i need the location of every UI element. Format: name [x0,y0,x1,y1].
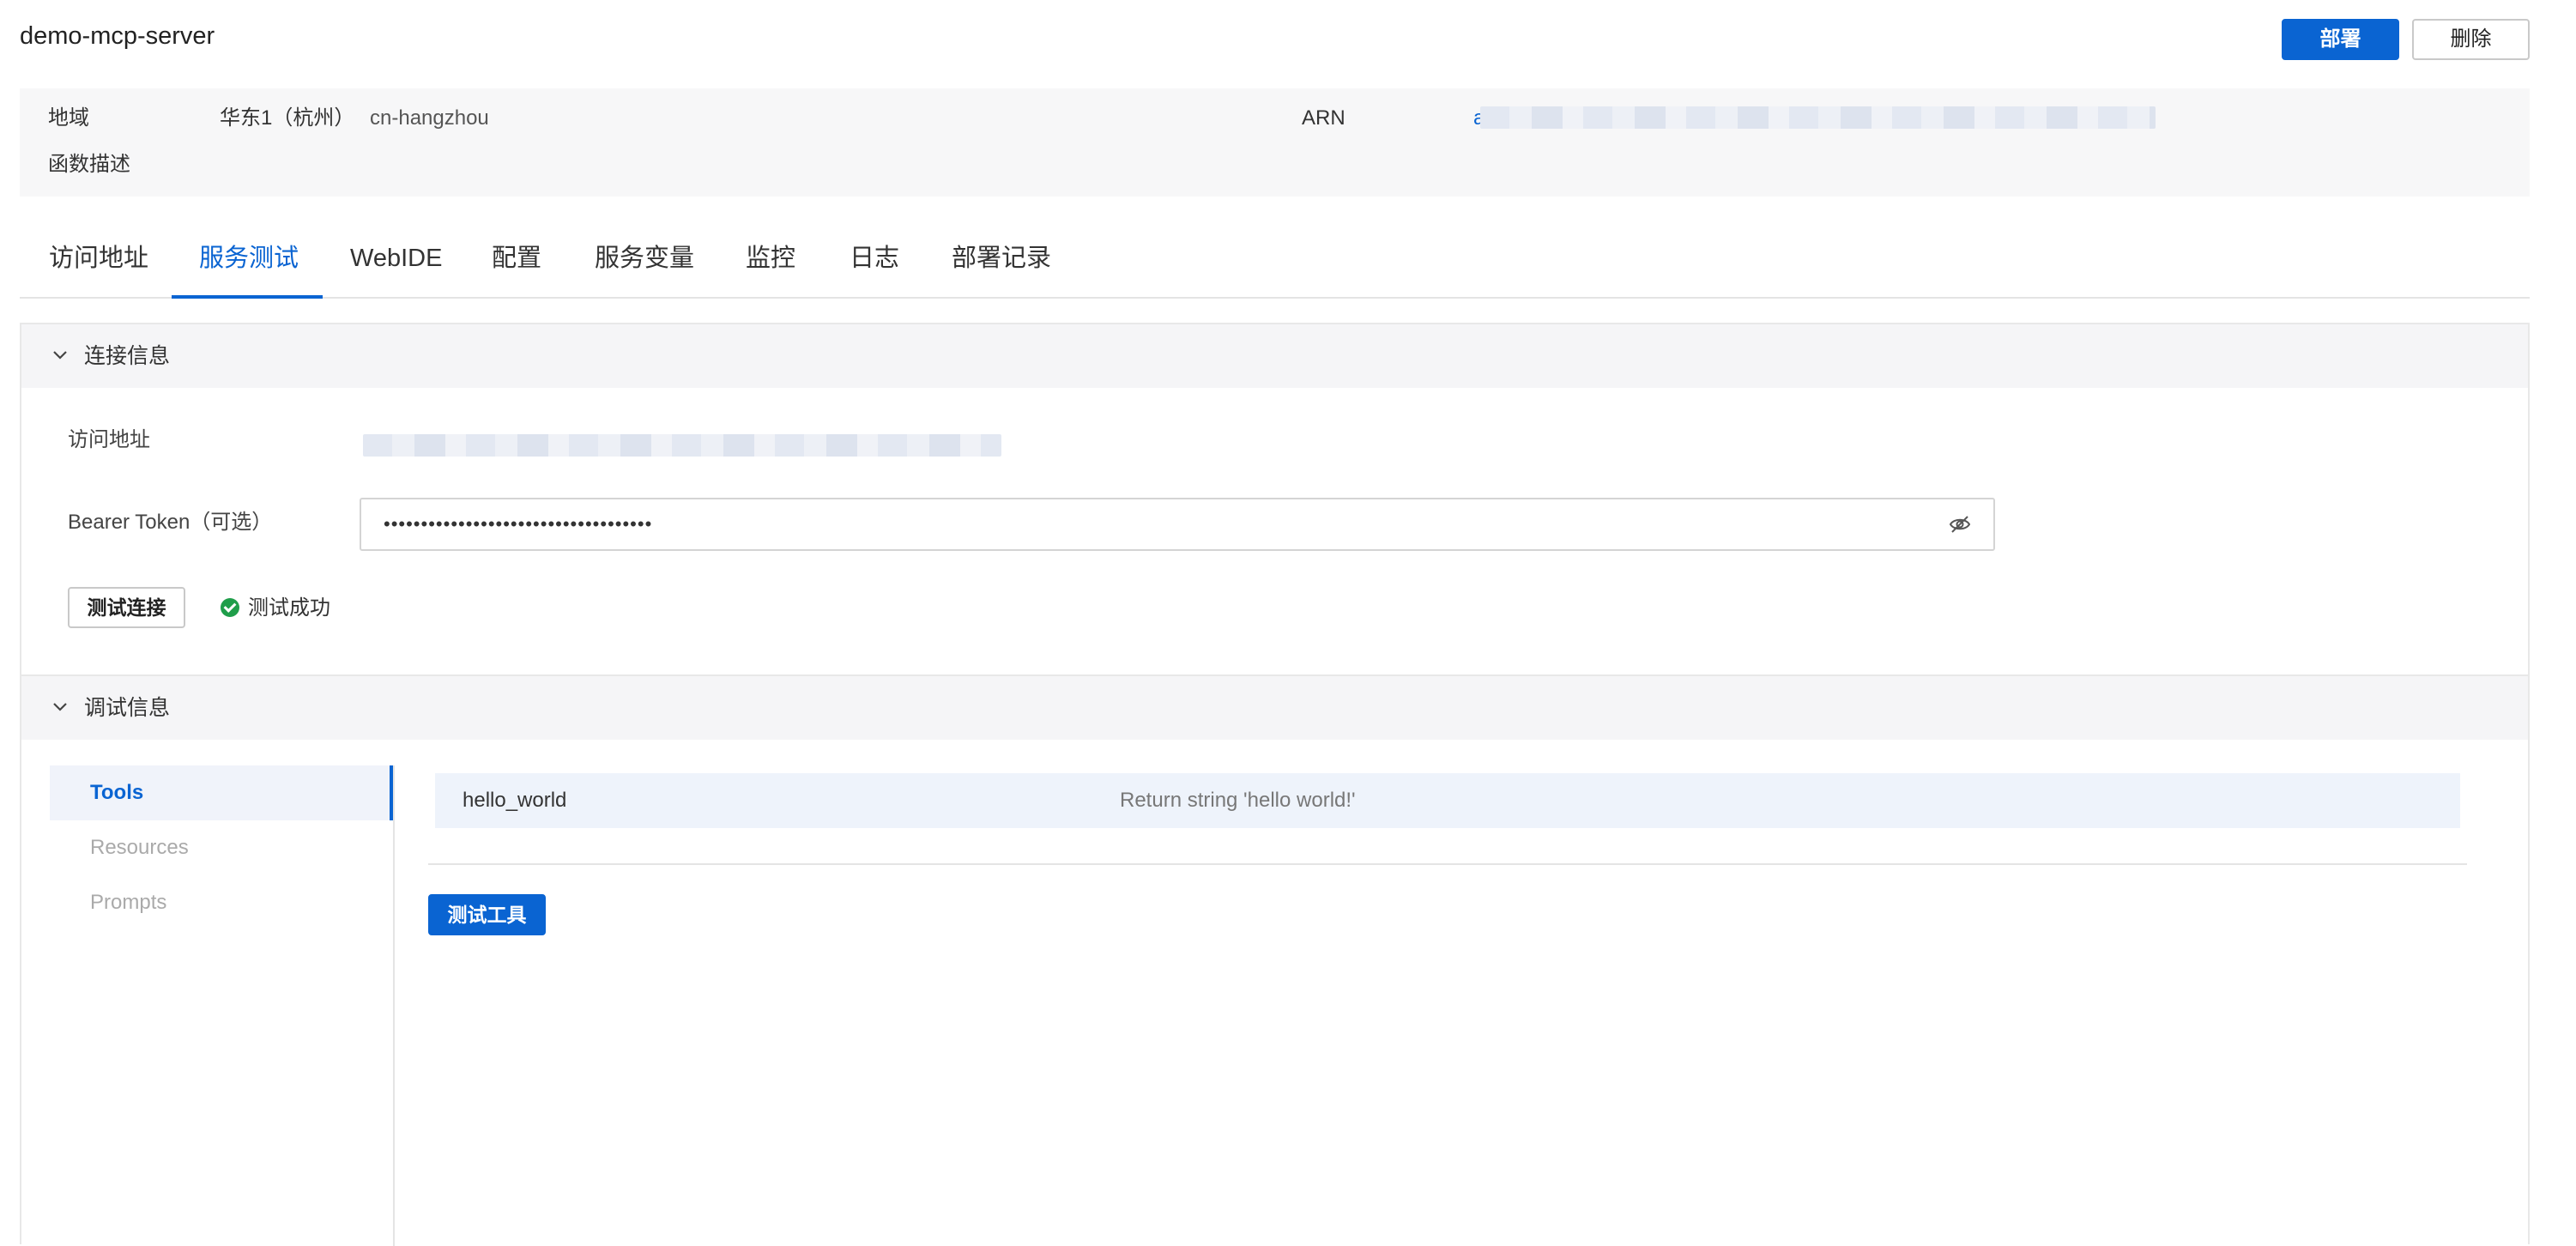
tab-service-variables[interactable]: 服务变量 [595,233,694,297]
description-label: 函数描述 [48,153,130,176]
arn-label: ARN [1302,106,1345,130]
service-test-panel: 连接信息 访问地址 Bearer Token（可选） •••••••••••••… [20,323,2530,1246]
bearer-token-label: Bearer Token（可选） [68,511,273,534]
test-tool-button[interactable]: 测试工具 [428,894,546,935]
region-label: 地域 [48,106,89,130]
check-circle-icon [221,598,239,617]
tab-access-url[interactable]: 访问地址 [49,233,148,297]
active-tab-indicator [172,295,323,299]
chevron-down-icon[interactable] [51,699,69,716]
test-connection-button[interactable]: 测试连接 [68,587,185,628]
access-url-redacted [363,434,1001,457]
tool-name: hello_world [463,789,567,812]
access-url-label: 访问地址 [68,428,150,451]
tab-service-test[interactable]: 服务测试 [199,233,299,297]
chevron-down-icon[interactable] [51,347,69,364]
bearer-token-input[interactable]: •••••••••••••••••••••••••••••••••••• [360,498,1995,551]
connection-status-text: 测试成功 [248,596,330,620]
connection-section-header[interactable]: 连接信息 [21,324,2528,388]
tool-row[interactable]: hello_world Return string 'hello world!' [435,773,2460,828]
delete-button[interactable]: 删除 [2412,19,2530,60]
deploy-button[interactable]: 部署 [2282,19,2399,60]
bearer-token-value: •••••••••••••••••••••••••••••••••••• [384,513,653,535]
nav-item-resources[interactable]: Resources [50,820,393,875]
eye-off-icon[interactable] [1949,514,1971,535]
nav-item-prompts[interactable]: Prompts [50,875,393,930]
tab-config[interactable]: 配置 [492,233,541,297]
page-title: demo-mcp-server [20,22,215,50]
nav-item-tools[interactable]: Tools [50,765,393,820]
tool-description: Return string 'hello world!' [1120,789,1356,812]
tab-bar: 访问地址 服务测试 WebIDE 配置 服务变量 监控 日志 部署记录 [20,233,2530,299]
tab-deploy-history[interactable]: 部署记录 [952,233,1051,297]
tab-logs[interactable]: 日志 [850,233,899,297]
debug-section-header[interactable]: 调试信息 [21,676,2528,740]
connection-status: 测试成功 [221,594,330,623]
arn-redacted [1480,106,2156,129]
function-info-panel: 地域 华东1（杭州） cn-hangzhou ARN a 函数描述 [20,88,2530,197]
region-value: 华东1（杭州） [220,106,355,130]
tab-monitoring[interactable]: 监控 [746,233,795,297]
connection-section-title: 连接信息 [84,344,171,368]
debug-side-nav: Tools Resources Prompts [50,765,395,1246]
region-id: cn-hangzhou [370,106,489,130]
tab-webide[interactable]: WebIDE [350,233,442,297]
tool-list-divider [428,863,2467,865]
debug-section-title: 调试信息 [84,696,171,720]
